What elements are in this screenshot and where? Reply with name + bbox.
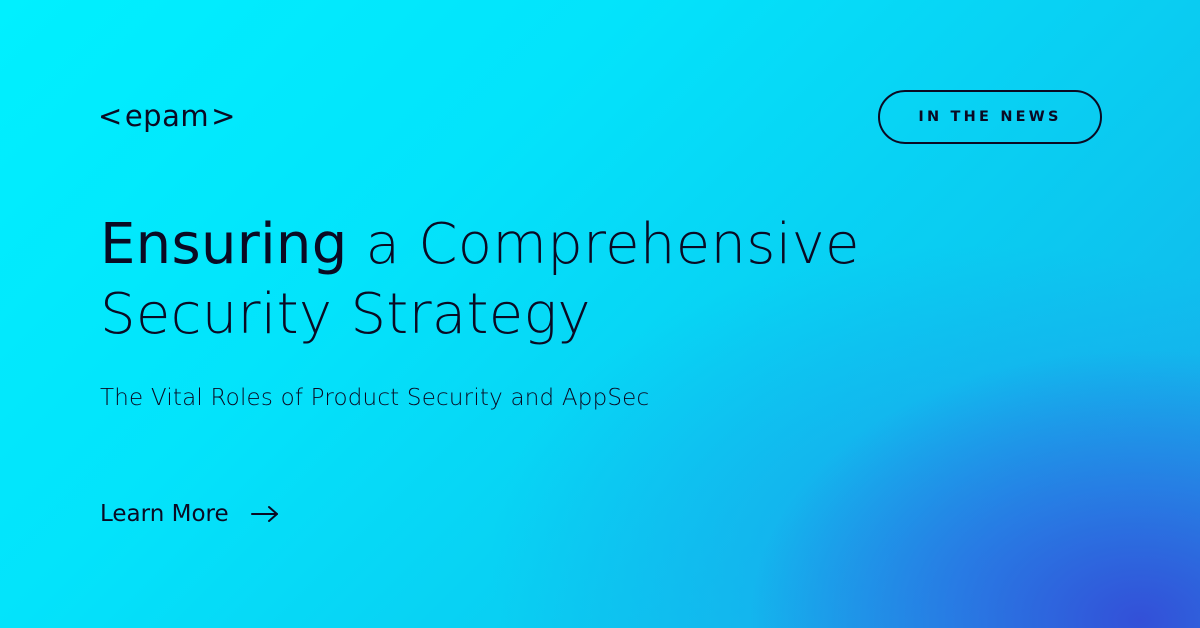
headline-line-1: Ensuring a Comprehensive	[100, 210, 860, 280]
learn-more-label: Learn More	[100, 501, 229, 527]
badge-label: IN THE NEWS	[918, 109, 1062, 125]
epam-logo: < epam >	[98, 96, 236, 136]
logo-close-bracket: >	[211, 99, 236, 133]
headline: Ensuring a Comprehensive Security Strate…	[100, 210, 860, 350]
headline-line-1-rest: a Comprehensive	[347, 212, 860, 277]
logo-open-bracket: <	[98, 99, 123, 133]
subtitle: The Vital Roles of Product Security and …	[100, 385, 650, 411]
in-the-news-badge[interactable]: IN THE NEWS	[878, 90, 1102, 144]
headline-line-2: Security Strategy	[100, 282, 591, 347]
learn-more-link[interactable]: Learn More	[100, 496, 279, 532]
headline-emphasis: Ensuring	[100, 212, 348, 277]
arrow-right-icon	[250, 505, 279, 523]
logo-wordmark: epam	[124, 99, 210, 133]
